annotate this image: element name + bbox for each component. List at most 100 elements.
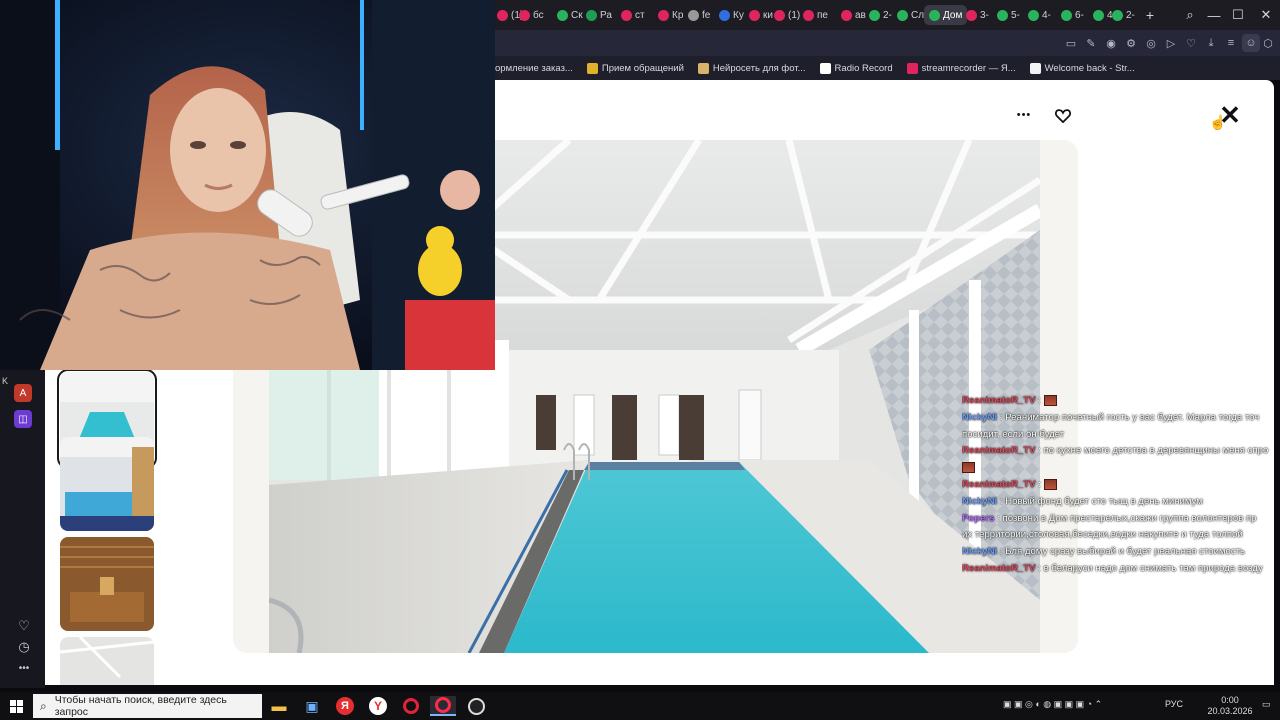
clock[interactable]: 0:00 20.03.2026 bbox=[1204, 695, 1256, 717]
chat-message bbox=[962, 460, 1280, 477]
store-icon[interactable]: ▣ bbox=[301, 696, 323, 716]
tab-label: (1) bbox=[788, 9, 801, 21]
extensions-icon[interactable]: ⬡ bbox=[1259, 34, 1277, 52]
maximize-button[interactable]: ☐ bbox=[1228, 5, 1248, 25]
tab-label: Дом bbox=[943, 9, 963, 21]
tab-favicon-icon bbox=[688, 9, 699, 21]
favorite-button[interactable] bbox=[1050, 102, 1076, 128]
bookmark-favicon-icon bbox=[586, 62, 598, 74]
chat-message: ReanimatoR_TV : bbox=[962, 393, 1280, 410]
app-purple-icon[interactable]: ◫ bbox=[14, 410, 32, 428]
tab-label: fe bbox=[702, 9, 711, 21]
yandex-browser-icon[interactable]: Y bbox=[367, 696, 389, 716]
camera-icon[interactable]: ◉ bbox=[1102, 34, 1120, 52]
edit-icon[interactable]: ✎ bbox=[1082, 34, 1100, 52]
tray-icons[interactable]: ▣ ▣ ◎ ◐ ◍ ▣ ▣ ▣ ◔ ⌃ bbox=[1003, 699, 1102, 710]
yandex-icon[interactable]: Я bbox=[334, 696, 356, 716]
browser-tab[interactable]: 4- bbox=[1028, 5, 1051, 25]
sidebar-toggle-icon[interactable]: ▭ bbox=[1062, 34, 1080, 52]
bookmark-item[interactable]: streamrecorder — Я... bbox=[906, 62, 1016, 74]
bookmark-item[interactable]: ормление заказ... bbox=[495, 63, 573, 74]
tab-favicon-icon bbox=[658, 9, 669, 21]
heart-icon[interactable]: ♡ bbox=[16, 618, 32, 634]
chat-text: : в беларуси надо дом снимать там природ… bbox=[1035, 562, 1263, 574]
tab-favicon-icon bbox=[1061, 9, 1072, 21]
shield-icon[interactable]: ◎ bbox=[1142, 34, 1160, 52]
browser-tab[interactable]: Ку bbox=[719, 5, 744, 25]
tab-favicon-icon bbox=[621, 9, 632, 21]
browser-tab[interactable]: ст bbox=[621, 5, 645, 25]
favorites-icon[interactable]: ♡ bbox=[1182, 34, 1200, 52]
browser-tab[interactable]: пе bbox=[803, 5, 828, 25]
chat-username: ReanimatoR_TV bbox=[962, 562, 1036, 574]
close-window-button[interactable]: ✕ bbox=[1256, 5, 1276, 25]
thumbnail-pool-room[interactable] bbox=[60, 437, 154, 531]
browser-tab[interactable]: Ра bbox=[586, 5, 612, 25]
play-icon[interactable]: ▷ bbox=[1162, 34, 1180, 52]
sauna-thumbnail-image bbox=[60, 537, 154, 631]
chat-message: посидит, если он будет bbox=[962, 427, 1280, 444]
bookmark-label: Welcome back - Str... bbox=[1044, 62, 1135, 74]
tab-favicon-icon bbox=[1112, 9, 1123, 21]
new-tab-button[interactable]: + bbox=[1140, 5, 1160, 25]
bookmark-label: streamrecorder — Я... bbox=[921, 62, 1016, 74]
bookmark-item[interactable]: Прием обращений bbox=[586, 62, 684, 74]
bookmark-item[interactable]: Нейросеть для фот... bbox=[697, 62, 806, 74]
opera-gx-icon[interactable] bbox=[430, 696, 456, 716]
browser-search-icon[interactable]: ⌕ bbox=[1180, 5, 1200, 25]
chat-emote-icon bbox=[962, 462, 975, 474]
browser-tab[interactable]: 6- bbox=[1061, 5, 1084, 25]
file-explorer-icon[interactable]: ▬ bbox=[268, 696, 290, 716]
chat-username: ReanimatoR_TV bbox=[962, 478, 1036, 490]
browser-tab[interactable]: ав bbox=[841, 5, 866, 25]
notifications-icon[interactable]: ▭ bbox=[1262, 699, 1271, 710]
chat-message: ReanimatoR_TV : по кухне моего детства в… bbox=[962, 443, 1280, 460]
browser-tab[interactable]: Сл bbox=[897, 5, 924, 25]
taskbar-search-box[interactable]: ⌕ Чтобы начать поиск, введите здесь запр… bbox=[33, 694, 262, 718]
app-red-icon[interactable]: A bbox=[14, 384, 32, 402]
browser-tab[interactable]: (1) bbox=[774, 5, 800, 25]
minimize-button[interactable]: — bbox=[1204, 5, 1224, 25]
bookmark-item[interactable]: Welcome back - Str... bbox=[1029, 62, 1135, 74]
browser-tab[interactable]: 2- bbox=[869, 5, 892, 25]
browser-tab[interactable]: бс bbox=[519, 5, 544, 25]
profile-icon[interactable]: ☺ bbox=[1242, 34, 1260, 52]
browser-tab[interactable]: 3- bbox=[966, 5, 989, 25]
chat-text: : позвони в Дом престарелых,скажи группа… bbox=[994, 512, 1257, 524]
browser-tab[interactable]: fe bbox=[688, 5, 710, 25]
browser-tab[interactable]: 5- bbox=[997, 5, 1020, 25]
thumbnail-sauna[interactable] bbox=[60, 537, 154, 631]
browser-tab[interactable]: Дом bbox=[924, 5, 968, 25]
history-icon[interactable]: ◷ bbox=[16, 639, 32, 655]
download-icon[interactable]: ⤓ bbox=[1202, 34, 1220, 52]
tab-favicon-icon bbox=[719, 9, 730, 21]
chat-text: : bbox=[1035, 478, 1044, 490]
tab-label: Сл bbox=[911, 9, 925, 21]
more-options-button[interactable]: ••• bbox=[1011, 102, 1037, 128]
opera-icon[interactable] bbox=[400, 696, 422, 716]
chat-emote-icon bbox=[1043, 394, 1057, 406]
chat-text: их территории,столовая,беседки,водки нак… bbox=[962, 529, 1243, 541]
tab-label: 6- bbox=[1075, 9, 1084, 21]
browser-tab[interactable]: 2- bbox=[1112, 5, 1135, 25]
gear-icon[interactable]: ⚙ bbox=[1122, 34, 1140, 52]
chat-message: ReanimatoR_TV : в беларуси надо дом сним… bbox=[962, 561, 1280, 578]
tab-favicon-icon bbox=[749, 9, 760, 21]
chat-message: ReanimatoR_TV : bbox=[962, 477, 1280, 494]
browser-tab[interactable]: Кр bbox=[658, 5, 683, 25]
chat-username: ReanimatoR_TV bbox=[962, 445, 1036, 457]
bookmark-item[interactable]: Radio Record bbox=[819, 62, 893, 74]
windows-start-icon[interactable] bbox=[5, 696, 27, 716]
obs-icon[interactable] bbox=[465, 696, 487, 716]
more-icon[interactable]: ••• bbox=[16, 660, 32, 676]
tab-label: ав bbox=[855, 9, 866, 21]
browser-tab[interactable]: Ск bbox=[557, 5, 583, 25]
tab-favicon-icon bbox=[586, 9, 597, 21]
menu-icon[interactable]: ≡ bbox=[1222, 34, 1240, 52]
thumbnail-ceiling[interactable] bbox=[60, 637, 154, 685]
streamer-webcam-image bbox=[0, 0, 495, 370]
language-indicator[interactable]: РУС bbox=[1165, 699, 1183, 709]
bookmark-favicon-icon bbox=[906, 62, 918, 74]
browser-tab[interactable]: ки bbox=[749, 5, 773, 25]
tab-label: 5- bbox=[1011, 9, 1020, 21]
